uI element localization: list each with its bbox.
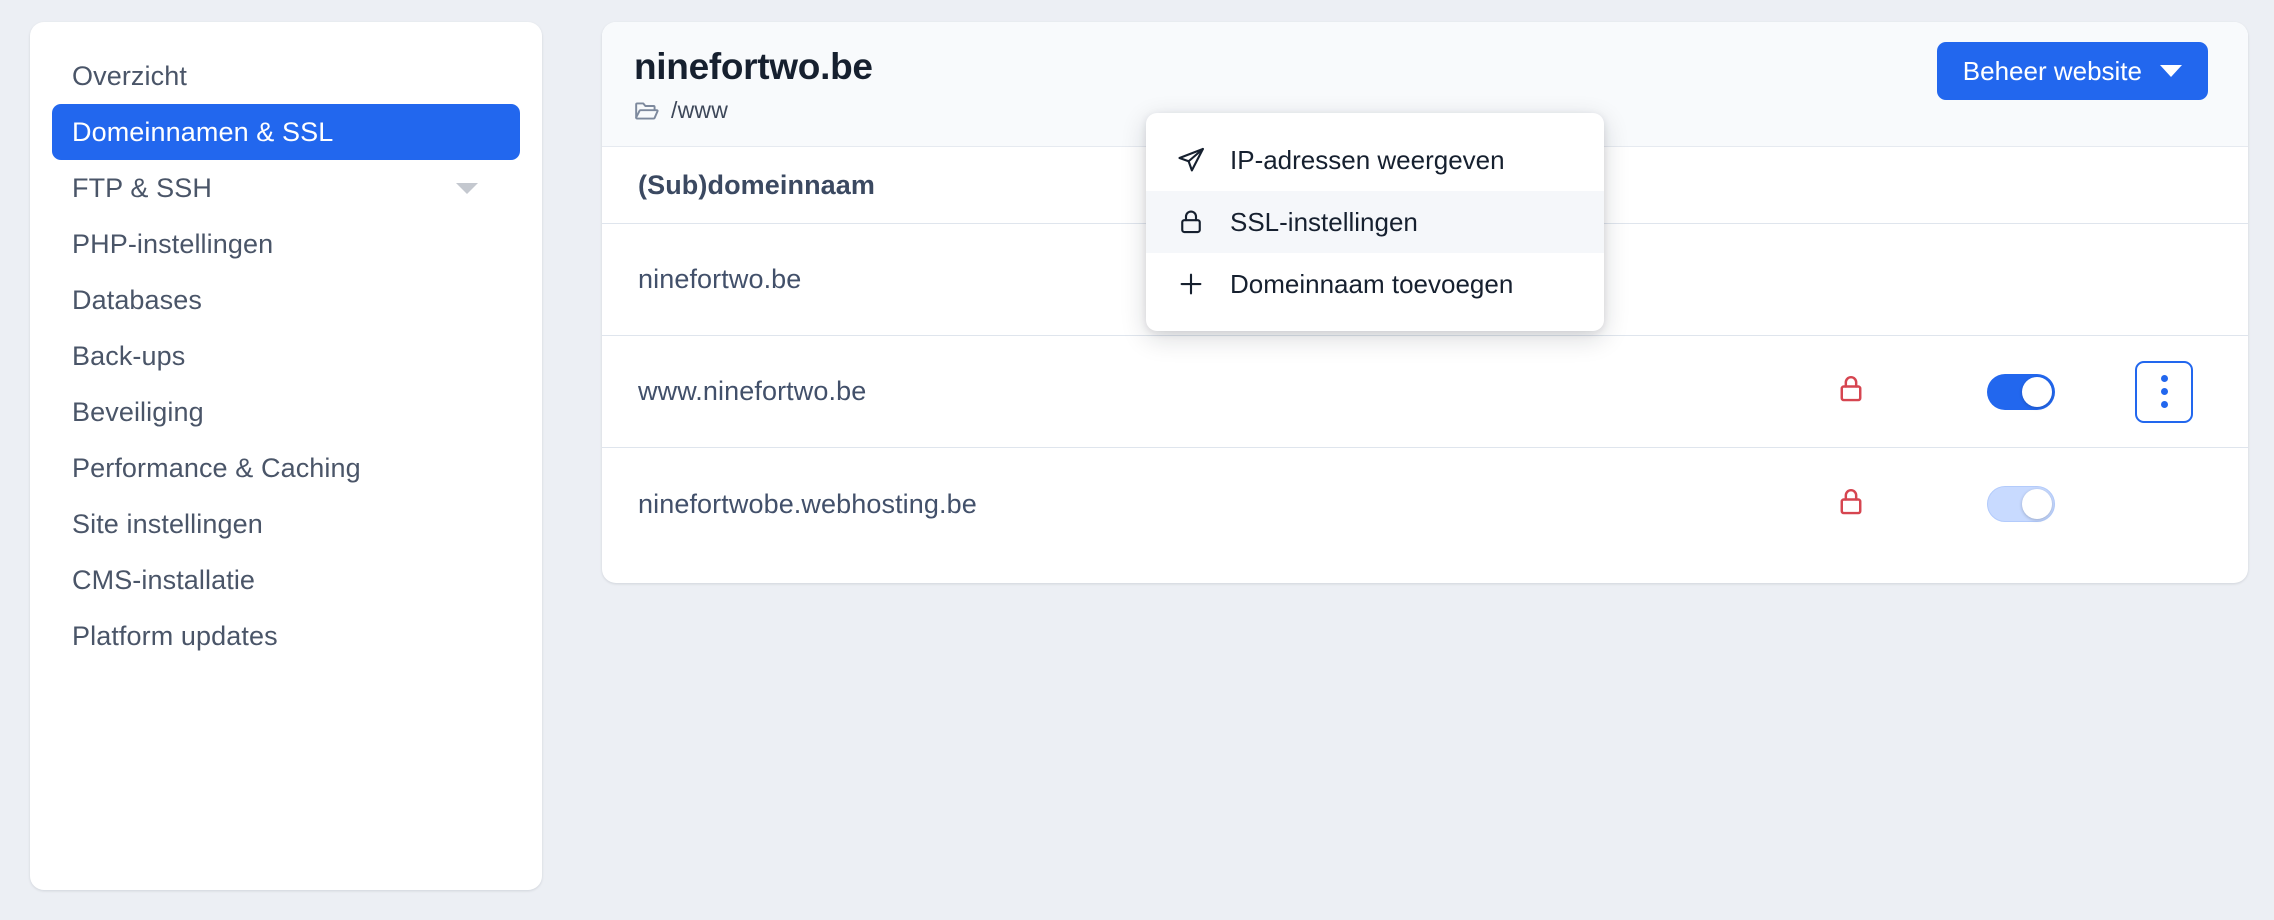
- ssl-status-cell: [1776, 373, 1926, 410]
- menu-item-label: IP-adressen weergeven: [1230, 144, 1505, 175]
- path-text: /www: [671, 97, 729, 123]
- menu-item-domeinnaam-toevoegen[interactable]: Domeinnaam toevoegen: [1146, 253, 1604, 315]
- sidebar-item-label: Domeinnamen & SSL: [72, 116, 334, 147]
- sidebar-item-label: Site instellingen: [72, 508, 263, 539]
- manage-website-label: Beheer website: [1962, 55, 2142, 86]
- kebab-dot: [2160, 388, 2168, 395]
- sidebar-item-label: Beveiliging: [72, 396, 204, 427]
- sidebar-item-platform-updates[interactable]: Platform updates: [52, 608, 520, 664]
- sidebar-item-label: Platform updates: [72, 620, 278, 651]
- redirect-toggle[interactable]: [1987, 373, 2055, 410]
- caret-down-icon: [2160, 65, 2182, 77]
- folder-open-icon: [634, 100, 660, 122]
- sidebar-item-back-ups[interactable]: Back-ups: [52, 328, 520, 384]
- manage-website-dropdown-menu: IP-adressen weergeven SSL-instellingen Dom…: [1146, 113, 1604, 331]
- menu-item-label: Domeinnaam toevoegen: [1230, 268, 1514, 299]
- sidebar-item-ftp-ssh[interactable]: FTP & SSH: [52, 160, 520, 216]
- toggle-knob: [2022, 489, 2052, 519]
- domain-name: ninefortwo.be: [638, 264, 802, 294]
- row-controls: [1776, 360, 2212, 423]
- column-header-subdomain: (Sub)domeinnaam: [638, 169, 876, 200]
- kebab-menu-icon[interactable]: [2135, 360, 2193, 423]
- chevron-down-icon[interactable]: [456, 182, 478, 194]
- lock-closed-icon: [1836, 373, 1866, 410]
- kebab-dot: [2160, 401, 2168, 408]
- app-root: Overzicht Domeinnamen & SSL FTP & SSH PHP-i…: [0, 0, 2274, 920]
- lock-icon: [1176, 207, 1206, 237]
- menu-item-ip-adressen-weergeven[interactable]: IP-adressen weergeven: [1146, 129, 1604, 191]
- sidebar-item-performance-caching[interactable]: Performance & Caching: [52, 440, 520, 496]
- domain-name: ninefortwobe.webhosting.be: [638, 488, 977, 519]
- redirect-toggle[interactable]: [1987, 486, 2055, 522]
- toggle-knob: [2022, 376, 2052, 407]
- sidebar-item-databases[interactable]: Databases: [52, 272, 520, 328]
- sidebar-item-label: CMS-installatie: [72, 564, 256, 595]
- menu-item-label: SSL-instellingen: [1230, 206, 1418, 237]
- sidebar-item-site-instellingen[interactable]: Site instellingen: [52, 496, 520, 552]
- send-arrow-icon: [1176, 145, 1206, 175]
- sidebar-item-cms-installatie[interactable]: CMS-installatie: [52, 552, 520, 608]
- sidebar-item-label: PHP-instellingen: [72, 228, 274, 259]
- sidebar-item-domeinnamen-ssl[interactable]: Domeinnamen & SSL: [52, 104, 520, 160]
- menu-item-ssl-instellingen[interactable]: SSL-instellingen: [1146, 191, 1604, 253]
- plus-icon: [1176, 269, 1206, 299]
- row-actions-cell: [2116, 360, 2212, 423]
- sidebar-item-overzicht[interactable]: Overzicht: [52, 48, 520, 104]
- sidebar: Overzicht Domeinnamen & SSL FTP & SSH PHP-i…: [30, 22, 542, 890]
- row-controls: [1776, 486, 2212, 523]
- domain-name: www.ninefortwo.be: [638, 376, 867, 406]
- lock-closed-icon: [1836, 486, 1866, 523]
- table-row: www.ninefortwo.be: [602, 336, 2248, 448]
- ssl-status-cell: [1776, 486, 1926, 523]
- table-row: ninefortwobe.webhosting.be: [602, 448, 2248, 560]
- sidebar-item-php-instellingen[interactable]: PHP-instellingen: [52, 216, 520, 272]
- redirect-toggle-cell: [1926, 373, 2116, 410]
- sidebar-item-label: FTP & SSH: [72, 172, 212, 203]
- kebab-dot: [2160, 375, 2168, 382]
- manage-website-button[interactable]: Beheer website: [1936, 42, 2208, 100]
- sidebar-item-label: Performance & Caching: [72, 452, 361, 483]
- sidebar-item-beveiliging[interactable]: Beveiliging: [52, 384, 520, 440]
- sidebar-item-label: Databases: [72, 284, 202, 315]
- sidebar-item-label: Back-ups: [72, 340, 186, 371]
- redirect-toggle-cell: [1926, 486, 2116, 522]
- sidebar-item-label: Overzicht: [72, 60, 187, 91]
